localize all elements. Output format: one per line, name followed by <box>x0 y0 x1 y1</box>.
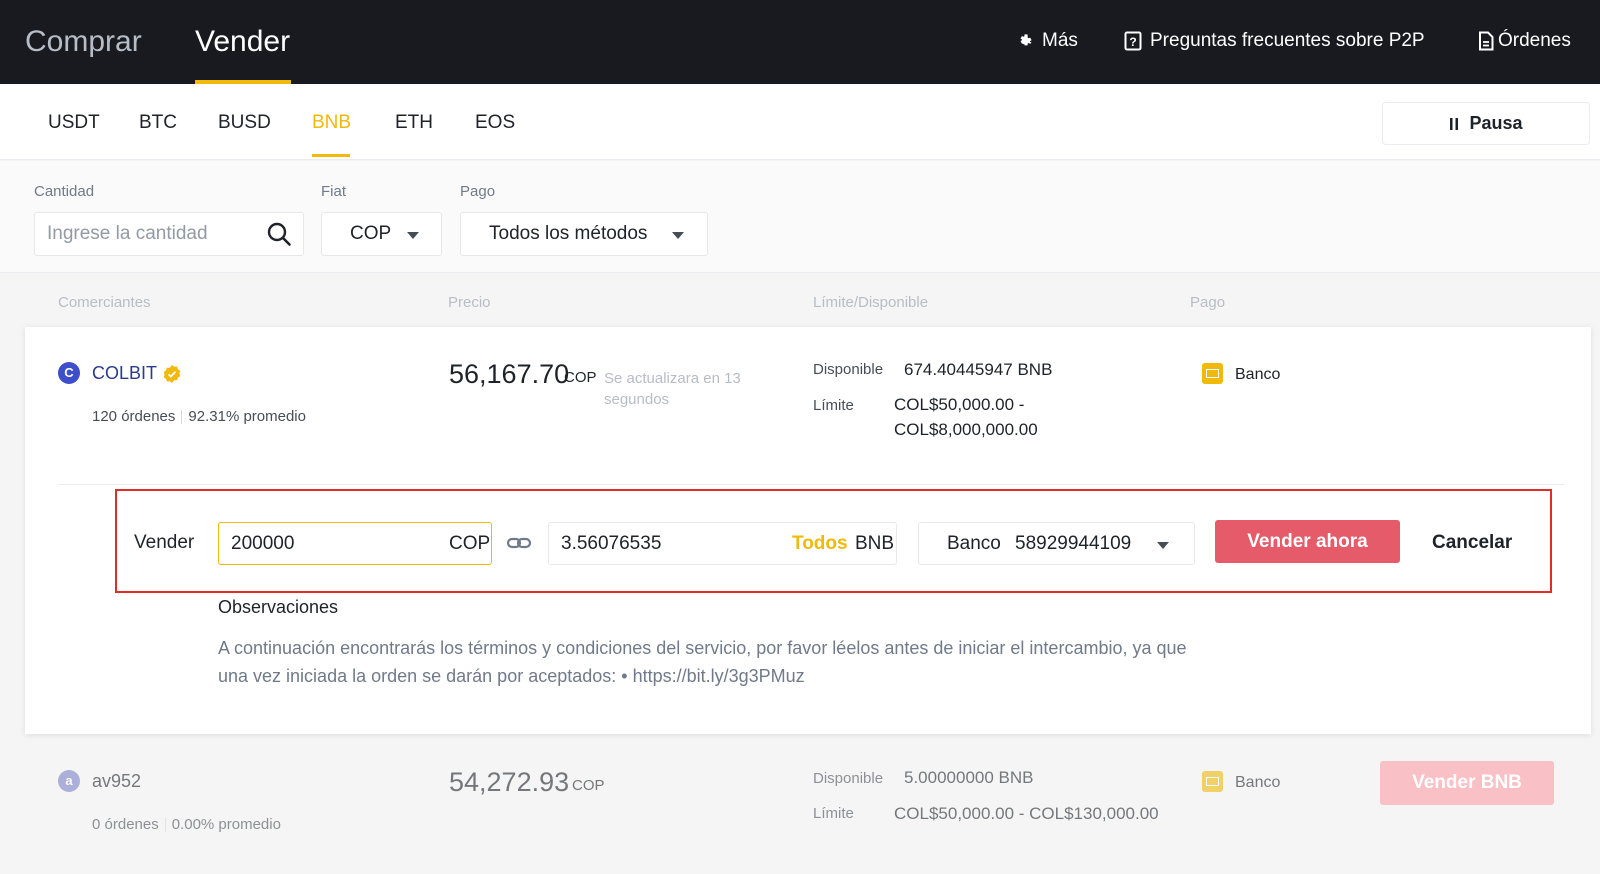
amount-filter-label: Cantidad <box>34 183 95 200</box>
coin-tab-btc[interactable]: BTC <box>139 112 177 134</box>
crypto-amount-field[interactable]: 3.56076535 Todos BNB <box>548 522 897 565</box>
ad-price-currency: COP <box>572 777 605 794</box>
fiat-select[interactable]: COP <box>321 212 442 256</box>
fiat-amount-value[interactable]: 200000 <box>231 533 294 555</box>
merchant-stats: 0 órdenes 0.00% promedio <box>92 816 281 833</box>
payment-account-number: 58929944109 <box>1015 533 1132 554</box>
sell-now-button[interactable]: Vender ahora <box>1215 520 1400 563</box>
payment-method: Banco <box>1235 774 1281 791</box>
limit-label: Límite <box>813 397 854 414</box>
fiat-amount-currency: COP <box>449 533 491 554</box>
tab-buy[interactable]: Comprar <box>25 22 142 62</box>
orders-link[interactable]: Órdenes <box>1478 28 1571 54</box>
gear-icon <box>1020 34 1032 46</box>
ad-row <box>0 745 1600 874</box>
amount-filter-input[interactable] <box>34 212 304 256</box>
ad-price-currency: COP <box>564 369 597 386</box>
help-doc-icon: ? <box>1124 31 1142 51</box>
fiat-filter-label: Fiat <box>321 183 347 200</box>
available-value: 5.00000000 BNB <box>904 768 1034 787</box>
pause-button[interactable]: Pausa <box>1382 102 1590 145</box>
pause-icon <box>1450 117 1459 130</box>
coin-tabs: USDT BTC BUSD BNB ETH EOS <box>0 84 1600 160</box>
svg-text:?: ? <box>1129 35 1136 49</box>
more-menu[interactable]: Más <box>1016 28 1078 54</box>
observations-text: A continuación encontrarás los términos … <box>218 638 1187 686</box>
sell-bnb-button[interactable]: Vender BNB <box>1380 761 1554 805</box>
available-label: Disponible <box>813 770 884 787</box>
fiat-amount-field[interactable]: 200000 COP <box>218 522 492 565</box>
document-icon <box>1479 31 1494 51</box>
payment-method: Banco <box>1235 366 1281 383</box>
ad-price: 56,167.70 <box>449 359 570 389</box>
coin-tab-eos[interactable]: EOS <box>475 112 515 134</box>
crypto-amount-currency: BNB <box>855 533 895 554</box>
header-limit: Límite/Disponible <box>813 294 929 311</box>
card-divider <box>58 484 1564 485</box>
merchant-name[interactable]: COLBIT <box>92 363 157 384</box>
merchant-name[interactable]: av952 <box>92 771 141 792</box>
more-label: Más <box>1042 30 1078 51</box>
header-merchants: Comerciantes <box>58 294 151 311</box>
available-value: 674.40445947 BNB <box>904 360 1053 379</box>
coin-tab-bnb[interactable]: BNB <box>312 112 351 134</box>
avatar: C <box>58 362 80 384</box>
search-icon[interactable] <box>266 221 292 247</box>
faq-label: Preguntas frecuentes sobre P2P <box>1150 30 1425 51</box>
cancel-button[interactable]: Cancelar <box>1432 532 1512 554</box>
chevron-down-icon <box>1157 542 1169 549</box>
payment-account-method: Banco <box>947 533 1001 554</box>
coin-tab-eth[interactable]: ETH <box>395 112 433 134</box>
header-price: Precio <box>448 294 491 311</box>
merchant-stats: 120 órdenes 92.31% promedio <box>92 408 306 425</box>
payment-account-select[interactable]: Banco 58929944109 <box>918 522 1195 565</box>
header-payment: Pago <box>1190 294 1226 311</box>
fiat-select-value: COP <box>350 223 392 244</box>
faq-link[interactable]: ? Preguntas frecuentes sobre P2P <box>1124 28 1425 54</box>
payment-select-value: Todos los métodos <box>489 223 648 244</box>
crypto-amount-value[interactable]: 3.56076535 <box>561 533 661 555</box>
limit-label: Límite <box>813 805 854 822</box>
completion-rate: 92.31% promedio <box>188 408 306 425</box>
tab-sell[interactable]: Vender <box>195 22 290 62</box>
chevron-down-icon <box>672 232 684 239</box>
top-nav: Comprar Vender Más ? Preguntas frecuente… <box>0 0 1600 84</box>
avatar: a <box>58 770 80 792</box>
sell-all-button[interactable]: Todos <box>792 533 848 555</box>
price-refresh-note: Se actualizara en 13 segundos <box>604 370 741 408</box>
ad-price: 54,272.93 <box>449 767 570 797</box>
coin-tab-usdt[interactable]: USDT <box>48 112 100 134</box>
pause-label: Pausa <box>1469 113 1523 133</box>
limit-value-min: COL$50,000.00 - <box>894 395 1025 414</box>
available-label: Disponible <box>813 361 884 378</box>
sell-form-label: Vender <box>134 532 195 553</box>
coin-tab-busd[interactable]: BUSD <box>218 112 271 134</box>
limit-value-max: COL$8,000,000.00 <box>894 420 1038 439</box>
bank-icon <box>1202 771 1223 792</box>
link-icon <box>506 537 532 549</box>
coin-tab-underline <box>312 154 350 157</box>
order-count: 0 órdenes <box>92 816 159 833</box>
payment-select[interactable]: Todos los métodos <box>460 212 708 256</box>
limit-value: COL$50,000.00 - COL$130,000.00 <box>894 804 1159 823</box>
observations-title: Observaciones <box>218 597 339 617</box>
payment-filter-label: Pago <box>460 183 496 200</box>
verified-badge-icon <box>163 365 181 383</box>
orders-label: Órdenes <box>1498 30 1571 51</box>
order-count: 120 órdenes <box>92 408 176 425</box>
bank-icon <box>1202 363 1223 384</box>
chevron-down-icon <box>407 232 419 239</box>
completion-rate: 0.00% promedio <box>171 816 281 833</box>
